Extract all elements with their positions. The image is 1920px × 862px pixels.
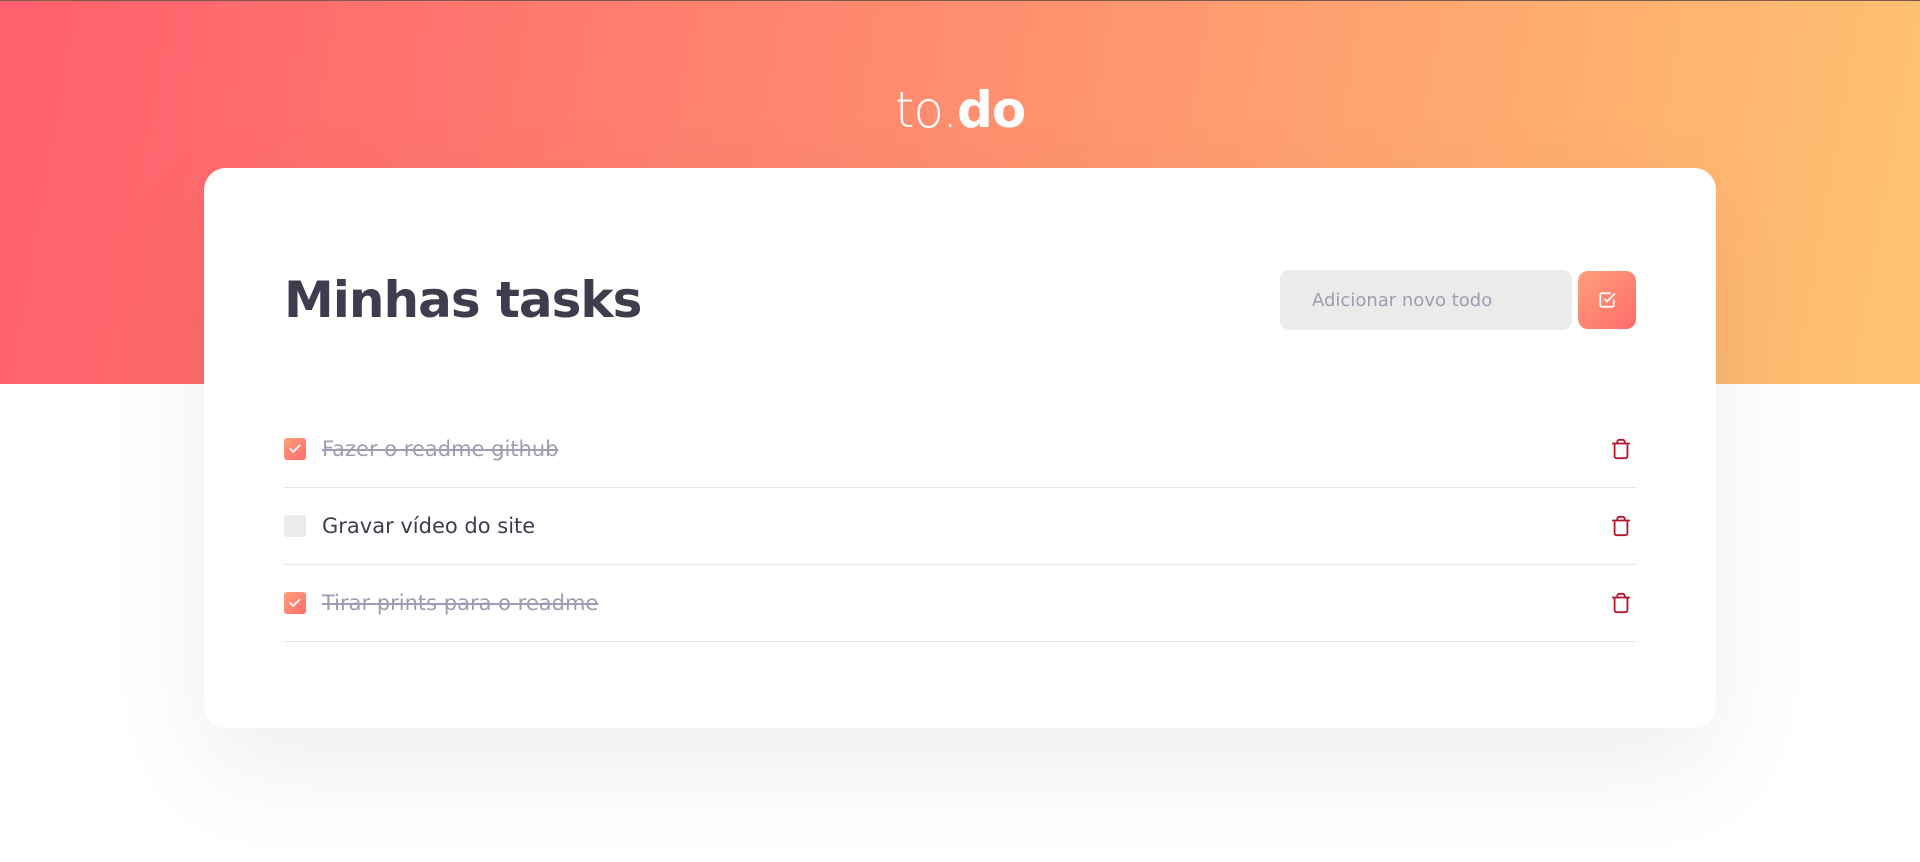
- logo: to.do: [0, 81, 1920, 139]
- task-content: Gravar vídeo do site: [284, 514, 535, 538]
- check-icon: [289, 598, 301, 607]
- trash-icon: [1611, 592, 1631, 614]
- task-checkbox[interactable]: [284, 515, 306, 537]
- delete-task-button[interactable]: [1606, 588, 1636, 618]
- add-todo-button[interactable]: [1578, 271, 1636, 329]
- task-item: Gravar vídeo do site: [284, 488, 1636, 565]
- task-checkbox[interactable]: [284, 592, 306, 614]
- trash-icon: [1611, 515, 1631, 537]
- logo-bold-text: do: [957, 81, 1026, 139]
- new-todo-input[interactable]: [1280, 270, 1572, 330]
- task-label: Fazer o readme github: [322, 437, 559, 461]
- task-content: Tirar prints para o readme: [284, 591, 598, 615]
- task-label: Tirar prints para o readme: [322, 591, 599, 615]
- delete-task-button[interactable]: [1606, 434, 1636, 464]
- task-list: Fazer o readme github Gravar vídeo do si…: [284, 411, 1636, 642]
- card-header: Minhas tasks: [284, 268, 1636, 332]
- logo-light-text: to.: [894, 81, 958, 139]
- page-title: Minhas tasks: [284, 271, 642, 329]
- task-content: Fazer o readme github: [284, 437, 559, 461]
- app-page: to.do Minhas tasks Adicionar novo todo F…: [0, 0, 1920, 862]
- check-icon: [289, 444, 301, 453]
- task-item: Fazer o readme github: [284, 411, 1636, 488]
- check-square-icon: [1599, 292, 1616, 308]
- tasks-card: Minhas tasks Fazer o readme github: [204, 168, 1716, 728]
- trash-icon: [1611, 438, 1631, 460]
- task-item: Tirar prints para o readme: [284, 565, 1636, 642]
- task-checkbox[interactable]: [284, 438, 306, 460]
- delete-task-button[interactable]: [1606, 511, 1636, 541]
- add-todo-form: [1280, 270, 1636, 330]
- task-label: Gravar vídeo do site: [322, 514, 536, 538]
